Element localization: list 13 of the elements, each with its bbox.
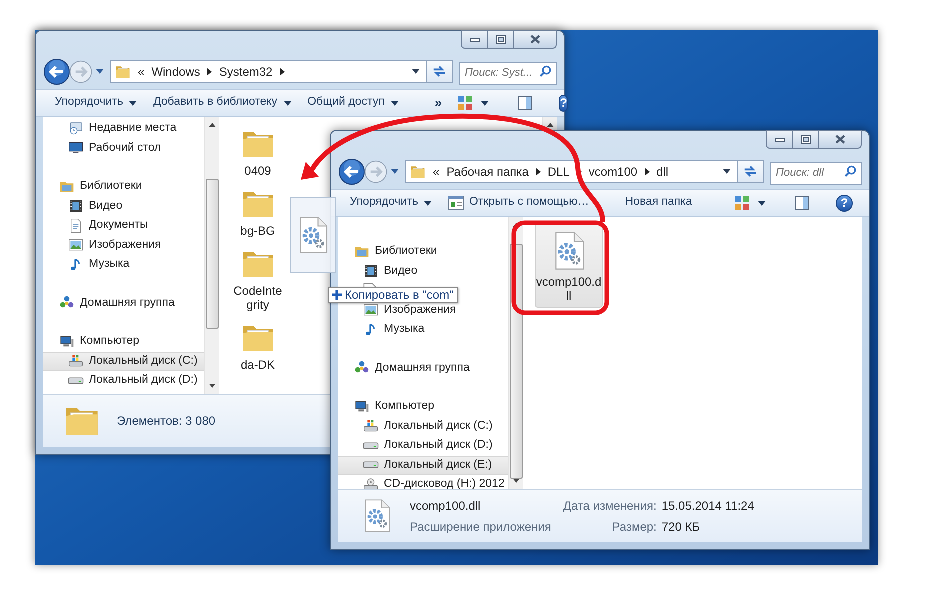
file-name: vcomp100.dll	[410, 498, 482, 514]
file-name: vcomp100.dll	[536, 275, 602, 303]
file-name: bg-BG	[240, 224, 276, 238]
detail-label: Дата изменения:	[563, 498, 657, 514]
detail-label: Размер:	[611, 518, 657, 536]
detail-value: 15.05.2014 11:24	[662, 498, 754, 514]
tooltip-text: Копировать в "com"	[345, 287, 454, 304]
item-count: Элементов: 3 080	[117, 413, 216, 430]
file-type: Расширение приложения	[410, 518, 552, 536]
detail-value: 720 КБ	[662, 518, 702, 536]
file-name: da-DK	[240, 358, 276, 372]
file-name: CodeIntegrity	[232, 284, 284, 312]
file-name: 0409	[244, 164, 272, 178]
